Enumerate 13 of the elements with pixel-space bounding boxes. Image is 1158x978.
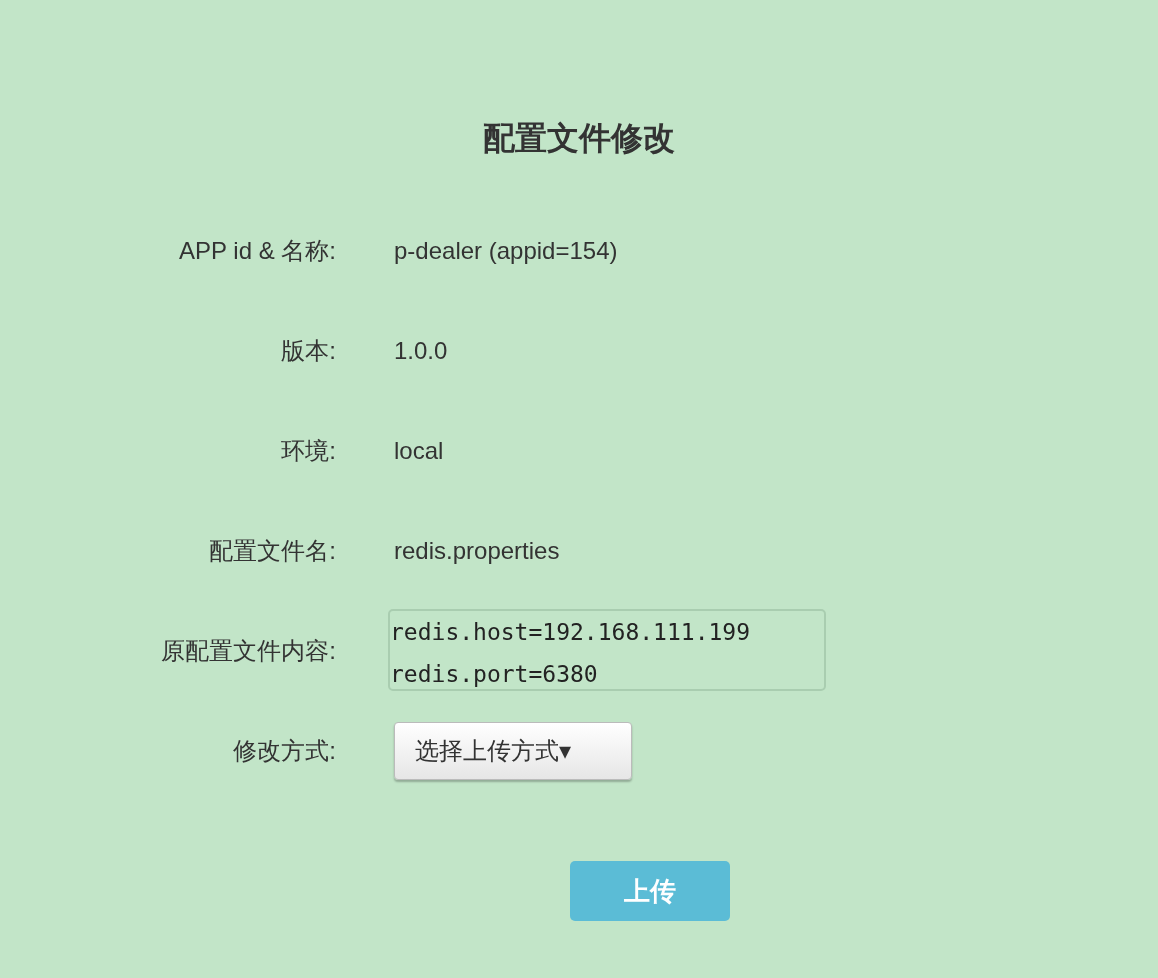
field-label: 原配置文件内容: xyxy=(161,636,336,666)
field-label: 修改方式: xyxy=(233,736,336,766)
config-content-field[interactable]: redis.host=192.168.111.199 redis.port=6380 xyxy=(388,609,826,691)
field-label: 环境: xyxy=(281,436,336,466)
field-value: 1.0.0 xyxy=(394,337,449,365)
field-label: APP id & 名称: xyxy=(179,236,336,266)
page-title: 配置文件修改 xyxy=(482,119,676,158)
upload-method-dropdown[interactable]: 选择上传方式▾ xyxy=(394,722,632,780)
field-value: local xyxy=(394,437,445,465)
field-value: redis.properties xyxy=(394,537,561,565)
field-value: p-dealer (appid=154) xyxy=(394,237,619,265)
field-label: 配置文件名: xyxy=(209,536,336,566)
field-label: 版本: xyxy=(281,336,336,366)
